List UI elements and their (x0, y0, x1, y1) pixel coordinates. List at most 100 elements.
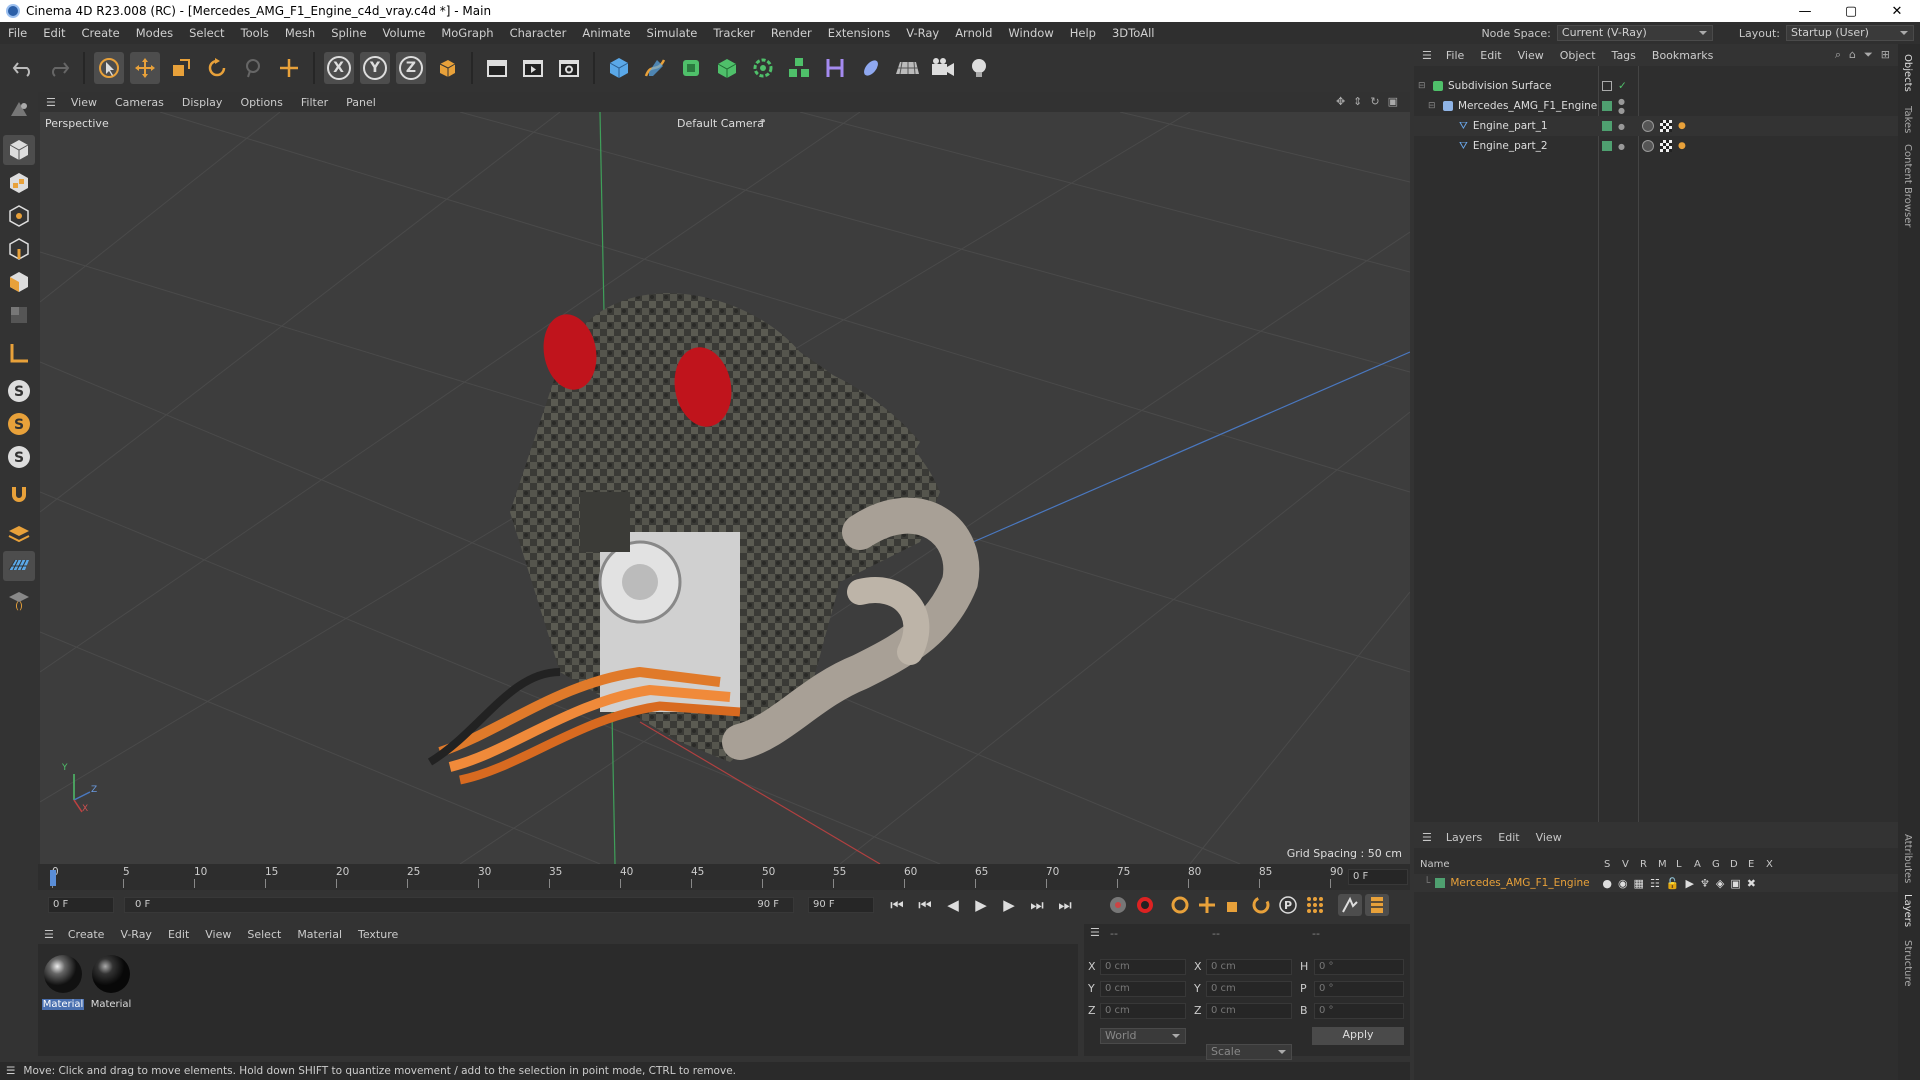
render-settings-button[interactable] (554, 52, 584, 84)
grid-floor-button[interactable] (3, 551, 35, 581)
menu-tracker[interactable]: Tracker (705, 26, 763, 40)
recent-tool-button[interactable] (238, 52, 268, 84)
coordinate-system-button[interactable] (432, 52, 462, 84)
material-tag-icon[interactable] (1642, 120, 1654, 132)
previous-frame-button[interactable]: ◀ (940, 894, 966, 916)
render-to-picture-viewer-button[interactable] (518, 52, 548, 84)
visibility-dots-icon[interactable]: ● ● (1618, 97, 1625, 115)
rot-p-field[interactable]: 0 ° (1314, 981, 1404, 997)
layer-lock-icon[interactable]: 🔓 (1666, 877, 1680, 890)
material-menu-view[interactable]: View (197, 928, 239, 941)
search-icon[interactable]: ⌕ (1835, 48, 1841, 62)
texture-tag-icon[interactable] (1660, 140, 1672, 152)
material-menu-edit[interactable]: Edit (160, 928, 197, 941)
menu-select[interactable]: Select (181, 26, 232, 40)
vray-tag-icon[interactable]: ● (1678, 141, 1686, 151)
size-y-field[interactable]: 0 cm (1206, 981, 1292, 997)
viewport-solo-button[interactable]: () (3, 584, 35, 614)
menu-modes[interactable]: Modes (128, 26, 181, 40)
rot-h-field[interactable]: 0 ° (1314, 959, 1404, 975)
enabled-check-icon[interactable]: ✓ (1618, 80, 1627, 92)
object-menu-object[interactable]: Object (1552, 49, 1604, 62)
move-tool-button[interactable] (130, 52, 160, 84)
render-view-button[interactable] (482, 52, 512, 84)
layer-color-swatch[interactable] (1602, 141, 1612, 151)
menu-animate[interactable]: Animate (574, 26, 638, 40)
perspective-viewport[interactable]: Perspective Default Camera ⚭ Y Z X Grid … (40, 112, 1410, 864)
coordinate-space-dropdown[interactable]: World (1100, 1028, 1186, 1044)
layer-hamburger-icon[interactable]: ☰ (1414, 831, 1438, 844)
material-swatch[interactable]: Material (42, 954, 84, 1010)
snap-settings-button[interactable]: S (3, 409, 35, 439)
menu-spline[interactable]: Spline (323, 26, 374, 40)
play-button[interactable]: ▶ (968, 894, 994, 916)
object-row[interactable]: ⛛ Engine_part_2 ● ● (1414, 136, 1898, 156)
object-row[interactable]: ⛛ Engine_part_1 ● ● (1414, 116, 1898, 136)
status-hamburger-icon[interactable]: ☰ (0, 1065, 23, 1077)
floor-object-button[interactable] (892, 52, 922, 84)
close-button[interactable]: ✕ (1874, 0, 1920, 22)
tab-takes[interactable]: Takes (1902, 106, 1913, 133)
add-tool-button[interactable] (274, 52, 304, 84)
redo-button[interactable] (44, 52, 74, 84)
viewport-rotate-icon[interactable]: ↻ (1370, 95, 1379, 108)
tab-attributes[interactable]: Attributes (1902, 834, 1913, 883)
scale-tool-button[interactable] (166, 52, 196, 84)
viewport-menu-view[interactable]: View (62, 96, 106, 109)
extrude-generator-button[interactable] (712, 52, 742, 84)
home-icon[interactable]: ⌂ (1849, 48, 1856, 62)
material-menu-select[interactable]: Select (239, 928, 289, 941)
material-menu-vray[interactable]: V-Ray (112, 928, 160, 941)
menu-tools[interactable]: Tools (233, 26, 277, 40)
object-menu-tags[interactable]: Tags (1604, 49, 1644, 62)
size-z-field[interactable]: 0 cm (1206, 1003, 1292, 1019)
go-to-start-button[interactable]: ⏮ (884, 894, 910, 916)
tab-content-browser[interactable]: Content Browser (1902, 144, 1913, 227)
visibility-dots-icon[interactable]: ● (1618, 122, 1625, 131)
snap-button[interactable]: S (3, 376, 35, 406)
menu-arnold[interactable]: Arnold (947, 26, 1000, 40)
tab-layers[interactable]: Layers (1902, 894, 1913, 927)
layer-expression-icon[interactable]: ▣ (1730, 877, 1740, 890)
size-x-field[interactable]: 0 cm (1206, 959, 1292, 975)
record-keys-button[interactable] (1106, 894, 1130, 916)
layer-eye-icon[interactable]: ◉ (1618, 877, 1628, 890)
menu-create[interactable]: Create (74, 26, 128, 40)
layer-color-swatch[interactable] (1435, 878, 1446, 888)
pos-x-field[interactable]: 0 cm (1100, 959, 1186, 975)
start-frame-field[interactable]: 0 F (48, 897, 114, 913)
layer-row[interactable]: └ Mercedes_AMG_F1_Engine ● ◉ ▦ ☷ 🔓 ▶ ♆ ◈… (1414, 874, 1898, 892)
rot-b-field[interactable]: 0 ° (1314, 1003, 1404, 1019)
viewport-hamburger-icon[interactable]: ☰ (38, 96, 62, 109)
quantize-button[interactable]: S (3, 442, 35, 472)
light-object-button[interactable] (964, 52, 994, 84)
deformer-button[interactable] (820, 52, 850, 84)
playhead[interactable] (50, 870, 56, 886)
viewport-menu-display[interactable]: Display (173, 96, 232, 109)
menu-extensions[interactable]: Extensions (820, 26, 898, 40)
make-editable-button[interactable] (3, 95, 35, 125)
layer-menu-view[interactable]: View (1528, 831, 1570, 844)
array-generator-button[interactable] (748, 52, 778, 84)
menu-edit[interactable]: Edit (35, 26, 73, 40)
object-row[interactable]: ⊟ Subdivision Surface ✓ (1414, 76, 1898, 96)
live-selection-button[interactable] (94, 52, 124, 84)
maximize-button[interactable]: ▢ (1828, 0, 1874, 22)
pos-y-field[interactable]: 0 cm (1100, 981, 1186, 997)
end-frame-field[interactable]: 90 F (808, 897, 874, 913)
material-tag-icon[interactable] (1642, 140, 1654, 152)
layer-solo-icon[interactable]: ● (1602, 877, 1612, 890)
tweak-button[interactable] (3, 480, 35, 510)
previous-key-button[interactable]: ⏮ (912, 894, 938, 916)
mograph-cloner-button[interactable] (784, 52, 814, 84)
menu-mesh[interactable]: Mesh (277, 26, 323, 40)
object-menu-view[interactable]: View (1510, 49, 1552, 62)
go-to-end-button[interactable]: ⏭ (1052, 894, 1078, 916)
model-mode-button[interactable] (3, 135, 35, 165)
menu-volume[interactable]: Volume (375, 26, 434, 40)
viewport-pan-icon[interactable]: ✥ (1336, 95, 1345, 108)
timeline-ruler[interactable]: 051015202530354045505560657075808590 0 F (38, 864, 1410, 890)
object-menu-edit[interactable]: Edit (1472, 49, 1509, 62)
layer-deformer-icon[interactable]: ◈ (1716, 877, 1724, 890)
layer-animation-icon[interactable]: ▶ (1686, 877, 1694, 890)
